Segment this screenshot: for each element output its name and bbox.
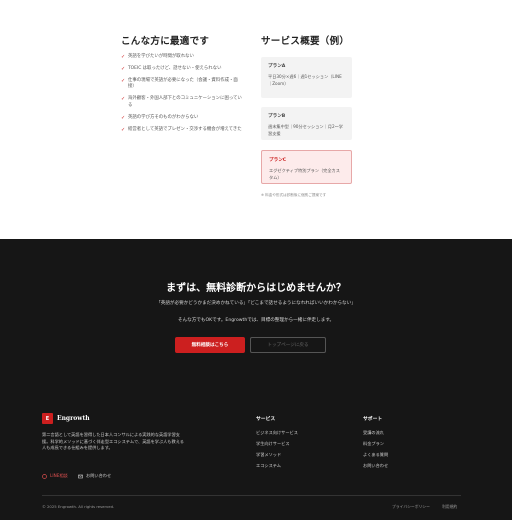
free-consult-button[interactable]: 無料相談はこちら (175, 337, 245, 353)
cta-text-1: 「英語が必要かどうかまだ決めかねている」「どこまで話せるようになれればいいかわか… (156, 301, 356, 306)
footer-link[interactable]: 受講の流れ (363, 430, 384, 436)
footer-link[interactable]: 学習メソッド (256, 452, 281, 458)
check-icon: ✓ (121, 54, 126, 60)
footer-link[interactable]: ビジネス向けサービス (256, 430, 298, 436)
back-to-top-button[interactable]: トップページに戻る (250, 337, 326, 353)
fit-list: ✓ 英語を学びたいが時間が取れない ✓ TOEIC は取ったけど、話せない・使えられ… (121, 54, 243, 138)
line-link[interactable]: LINE相談 (42, 473, 68, 479)
footer-link[interactable]: エコシステム (256, 463, 281, 469)
plan-name: プランA (268, 64, 286, 69)
check-icon: ✓ (121, 126, 126, 133)
check-icon: ✓ (121, 96, 126, 103)
content-section: こんな方に最適です ✓ 英語を学びたいが時間が取れない ✓ TOEIC は取ったけど… (0, 0, 512, 239)
copyright: © 2025 Engrowth. All rights reserved. (42, 504, 115, 509)
footer-link[interactable]: お問い合わせ (363, 463, 388, 469)
plan-note: ※ 料金や形式は診断後に個別ご提案です (261, 193, 327, 197)
logo-mark: E (42, 413, 53, 424)
plan-name: プランC (269, 158, 287, 163)
list-item: ✓ 経営者として英語でプレゼン・交渉する機会が増えてきた (121, 126, 242, 133)
footer-about: 第二言語として英語を習得した日本人コンサルによる実践的な英語学習支援。科学的メソ… (42, 432, 184, 451)
check-icon: ✓ (121, 114, 126, 121)
plan-desc: エグゼクティブ特別プラン（完全カスタム） (269, 168, 340, 180)
footer-support-title: サポート (363, 417, 383, 422)
footer-link[interactable]: 学生向けサービス (256, 441, 290, 447)
mail-icon (78, 474, 83, 478)
plan-desc: 週末集中型｜90分セッション｜月2〜学習支援 (268, 124, 343, 136)
footer-divider (42, 495, 461, 496)
contact-link[interactable]: お問い合わせ (78, 473, 111, 479)
list-item: ✓ 英語の学び方そのものがわからない (121, 114, 199, 121)
service-title: サービス概要（例） (261, 36, 350, 47)
cta-title: まずは、無料診断からはじめませんか？ (166, 283, 346, 294)
privacy-link[interactable]: プライバシーポリシー (392, 504, 430, 510)
terms-link[interactable]: 利用規約 (442, 504, 457, 510)
list-item: ✓ 仕事の現場で英語が必要になった（会議・資料作成・面接） (121, 77, 238, 90)
chat-icon (42, 473, 47, 479)
list-item: ✓ TOEIC は取ったけど、話せない・使えられない (121, 65, 222, 72)
footer-services-title: サービス (256, 417, 276, 422)
logo-text: Engrowth (57, 415, 90, 422)
check-icon: ✓ (121, 77, 126, 84)
footer-link[interactable]: 料金プラン (363, 441, 384, 447)
plan-card-c: プランC エグゼクティブ特別プラン（完全カスタム） (261, 150, 352, 184)
list-item: ✓ 英語を学びたいが時間が取れない (121, 54, 194, 60)
plan-desc: 平日30分×週6｜週1セッション（LINE｜Zoom） (268, 74, 342, 86)
footer-link[interactable]: よくある質問 (363, 452, 388, 458)
footer-logo[interactable]: E Engrowth (42, 413, 90, 424)
plan-card-b: プランB 週末集中型｜90分セッション｜月2〜学習支援 (261, 107, 352, 140)
plan-name: プランB (268, 114, 286, 119)
cta-text-2: そんな方でもOKです。Engrowthでは、目標の整理から一緒に伴走します。 (177, 318, 335, 323)
fit-title: こんな方に最適です (121, 36, 210, 47)
plan-card-a: プランA 平日30分×週6｜週1セッション（LINE｜Zoom） (261, 57, 352, 98)
list-item: ✓ 海外顧客・外国人部下とのコミュニケーションに困っている (121, 96, 242, 108)
check-icon: ✓ (121, 65, 126, 72)
cta-footer-section: まずは、無料診断からはじめませんか？ 「英語が必要かどうかまだ決めかねている」「… (0, 239, 512, 520)
